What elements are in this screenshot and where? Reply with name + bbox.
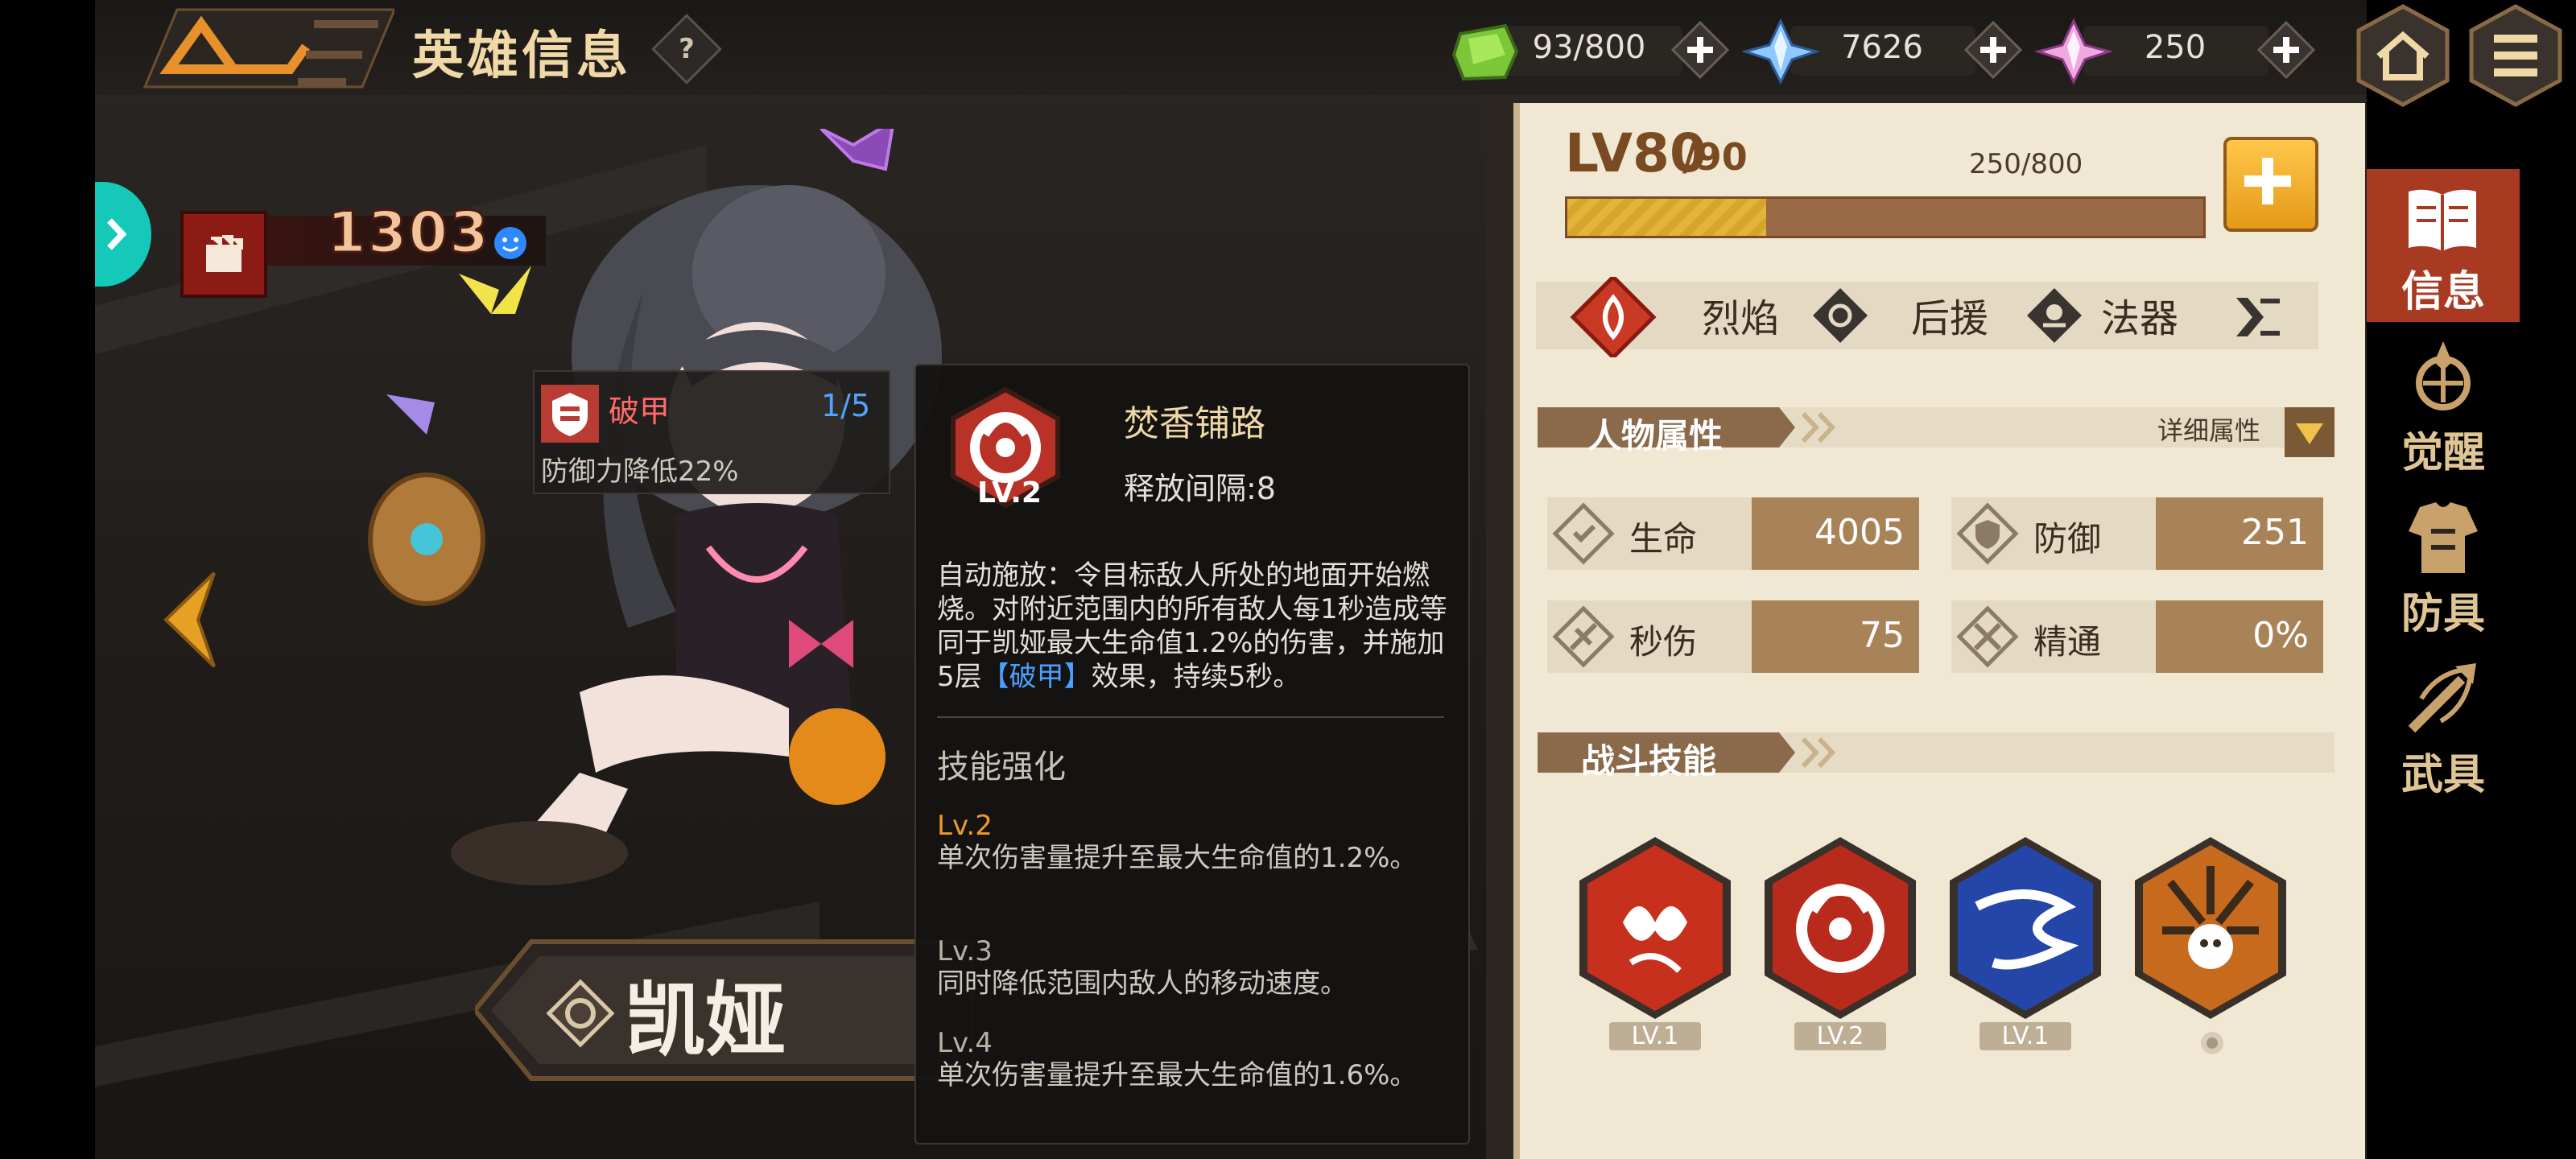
enhancement-desc: 单次伤害量提升至最大生命值的1.6%。 — [937, 1059, 1418, 1091]
detail-attributes-link[interactable]: 详细属性 — [2157, 410, 2260, 448]
previous-hero-arrow[interactable] — [150, 563, 230, 676]
skills-section-title: 战斗技能 — [1581, 741, 1717, 781]
side-nav-armor-label: 防具 — [2401, 590, 2485, 638]
skill-slot-2[interactable] — [1760, 834, 1921, 1024]
game-logo-icon — [142, 8, 394, 89]
page-title: 英雄信息 — [412, 27, 631, 86]
attr-label: 精通 — [2033, 622, 2102, 662]
exp-bar — [1565, 196, 2206, 238]
tag-support: 后援 — [1911, 296, 1989, 341]
defense-icon — [1956, 502, 2019, 565]
skill-description: 自动施放：令目标敌人所处的地面开始燃烧。对附近范围内的所有敌人每1秒造成等同于凯… — [937, 559, 1452, 694]
dps-icon — [1552, 605, 1615, 668]
add-crystal-button[interactable] — [1964, 21, 2022, 79]
support-tag-icon — [1813, 288, 1868, 343]
home-button[interactable] — [2351, 3, 2455, 108]
help-icon-glyph: ? — [679, 33, 695, 65]
attr-mastery: 精通 0% — [1951, 600, 2323, 673]
resource-stamina-value: 93/800 — [1532, 29, 1646, 66]
tags-more-icon — [2236, 298, 2280, 336]
skill-level-badge: LV.1 — [1608, 1022, 1702, 1050]
attr-value: 251 — [2241, 512, 2309, 553]
resource-diamond-value: 250 — [2144, 29, 2207, 66]
resource-crystal-value: 7626 — [1841, 29, 1923, 66]
awaken-icon — [2416, 341, 2471, 410]
flame-element-icon — [1570, 277, 1657, 357]
attr-hp: 生命 4005 — [1547, 497, 1919, 570]
attr-value: 0% — [2252, 615, 2309, 656]
power-fist-icon — [180, 211, 267, 298]
skill-slot-4[interactable] — [2130, 834, 2291, 1024]
skill-locked-dot-icon — [2201, 1032, 2223, 1054]
side-nav-awaken-label: 觉醒 — [2401, 429, 2485, 477]
side-nav-weapon-label: 武具 — [2401, 751, 2485, 799]
add-diamond-button[interactable] — [2257, 21, 2315, 79]
buff-description: 防御力降低22% — [541, 456, 739, 488]
skill-interval: 释放间隔:8 — [1124, 471, 1276, 506]
buff-name: 破甲 — [609, 394, 671, 429]
tag-flame: 烈焰 — [1702, 296, 1780, 341]
skill-level-badge: LV.1 — [1979, 1022, 2072, 1050]
enhancement-level: Lv.3 — [937, 935, 993, 967]
book-icon — [2409, 189, 2476, 251]
side-nav-armor[interactable]: 防具 — [2367, 491, 2520, 644]
attr-dps: 秒伤 75 — [1547, 600, 1919, 673]
mastery-icon — [1956, 605, 2019, 668]
skill-level-badge: LV.2 — [1794, 1022, 1887, 1050]
skill-desc-tail: 效果，持续5秒。 — [1091, 661, 1301, 693]
skill-tooltip-icon: LV.2 — [945, 386, 1066, 515]
expand-panel-button[interactable] — [95, 182, 151, 287]
attr-label: 秒伤 — [1629, 622, 1698, 662]
attr-value: 75 — [1860, 615, 1905, 656]
side-nav-awaken[interactable]: 觉醒 — [2367, 330, 2520, 483]
exp-bar-fill — [1567, 199, 1766, 236]
buff-tooltip: 破甲 1/5 防御力降低22% — [533, 370, 890, 494]
armor-break-icon — [541, 385, 599, 443]
skill-tooltip-level: LV.2 — [977, 476, 1042, 509]
skill-desc-keyword: 【破甲】 — [981, 661, 1092, 693]
skill-slot-1[interactable] — [1575, 834, 1736, 1024]
enhancement-level: Lv.2 — [937, 810, 993, 842]
hp-icon — [1552, 502, 1615, 565]
attr-value: 4005 — [1814, 512, 1905, 553]
skills-section-header: 战斗技能 — [1538, 732, 2334, 781]
buff-stack-count: 1/5 — [821, 388, 871, 423]
tag-artifact: 法器 — [2101, 296, 2179, 341]
menu-button[interactable] — [2463, 3, 2568, 108]
hero-tags-row: 烈焰 后援 法器 — [1536, 277, 2318, 357]
resource-stamina: 93/800 — [1449, 19, 1731, 82]
enhancement-title: 技能强化 — [937, 749, 1066, 786]
exp-text: 250/800 — [1969, 148, 2083, 180]
enhancement-desc: 单次伤害量提升至最大生命值的1.2%。 — [937, 842, 1418, 874]
artifact-tag-icon — [2027, 288, 2082, 343]
enhancement-desc: 同时降低范围内敌人的移动速度。 — [937, 967, 1348, 1000]
skill-level: LV.2 — [1760, 1022, 1921, 1050]
resource-crystal: 7626 — [1742, 18, 2024, 85]
detail-attributes-button[interactable] — [2285, 407, 2334, 457]
resource-diamond: 250 — [2035, 18, 2317, 85]
side-nav-weapon[interactable]: 武具 — [2367, 652, 2520, 805]
attributes-section-title: 人物属性 — [1587, 416, 1724, 456]
level-up-button[interactable] — [2223, 137, 2318, 232]
skill-level: LV.1 — [1575, 1022, 1736, 1050]
skill-tooltip: LV.2 焚香铺路 释放间隔:8 自动施放：令目标敌人所处的地面开始燃烧。对附近… — [914, 364, 1470, 1145]
weapon-icon — [2408, 663, 2476, 733]
attr-defense: 防御 251 — [1951, 497, 2323, 570]
side-nav: 信息 觉醒 防具 武具 — [2367, 153, 2520, 1159]
support-role-icon — [546, 979, 615, 1048]
side-nav-info-label: 信息 — [2401, 268, 2485, 316]
skill-divider — [937, 716, 1444, 718]
skill-level: LV.1 — [1945, 1022, 2106, 1050]
hero-level-max: /90 — [1682, 135, 1748, 179]
skill-name: 焚香铺路 — [1124, 403, 1265, 444]
enhancement-level: Lv.4 — [937, 1027, 993, 1059]
add-stamina-button[interactable] — [1671, 21, 1729, 79]
attr-label: 生命 — [1629, 519, 1698, 559]
skill-slot-3[interactable] — [1945, 834, 2106, 1024]
left-letterbox — [0, 0, 95, 1159]
hero-name: 凯娅 — [625, 973, 786, 1067]
side-nav-info[interactable]: 信息 — [2367, 169, 2520, 322]
attr-label: 防御 — [2033, 519, 2102, 559]
armor-icon — [2409, 502, 2478, 573]
